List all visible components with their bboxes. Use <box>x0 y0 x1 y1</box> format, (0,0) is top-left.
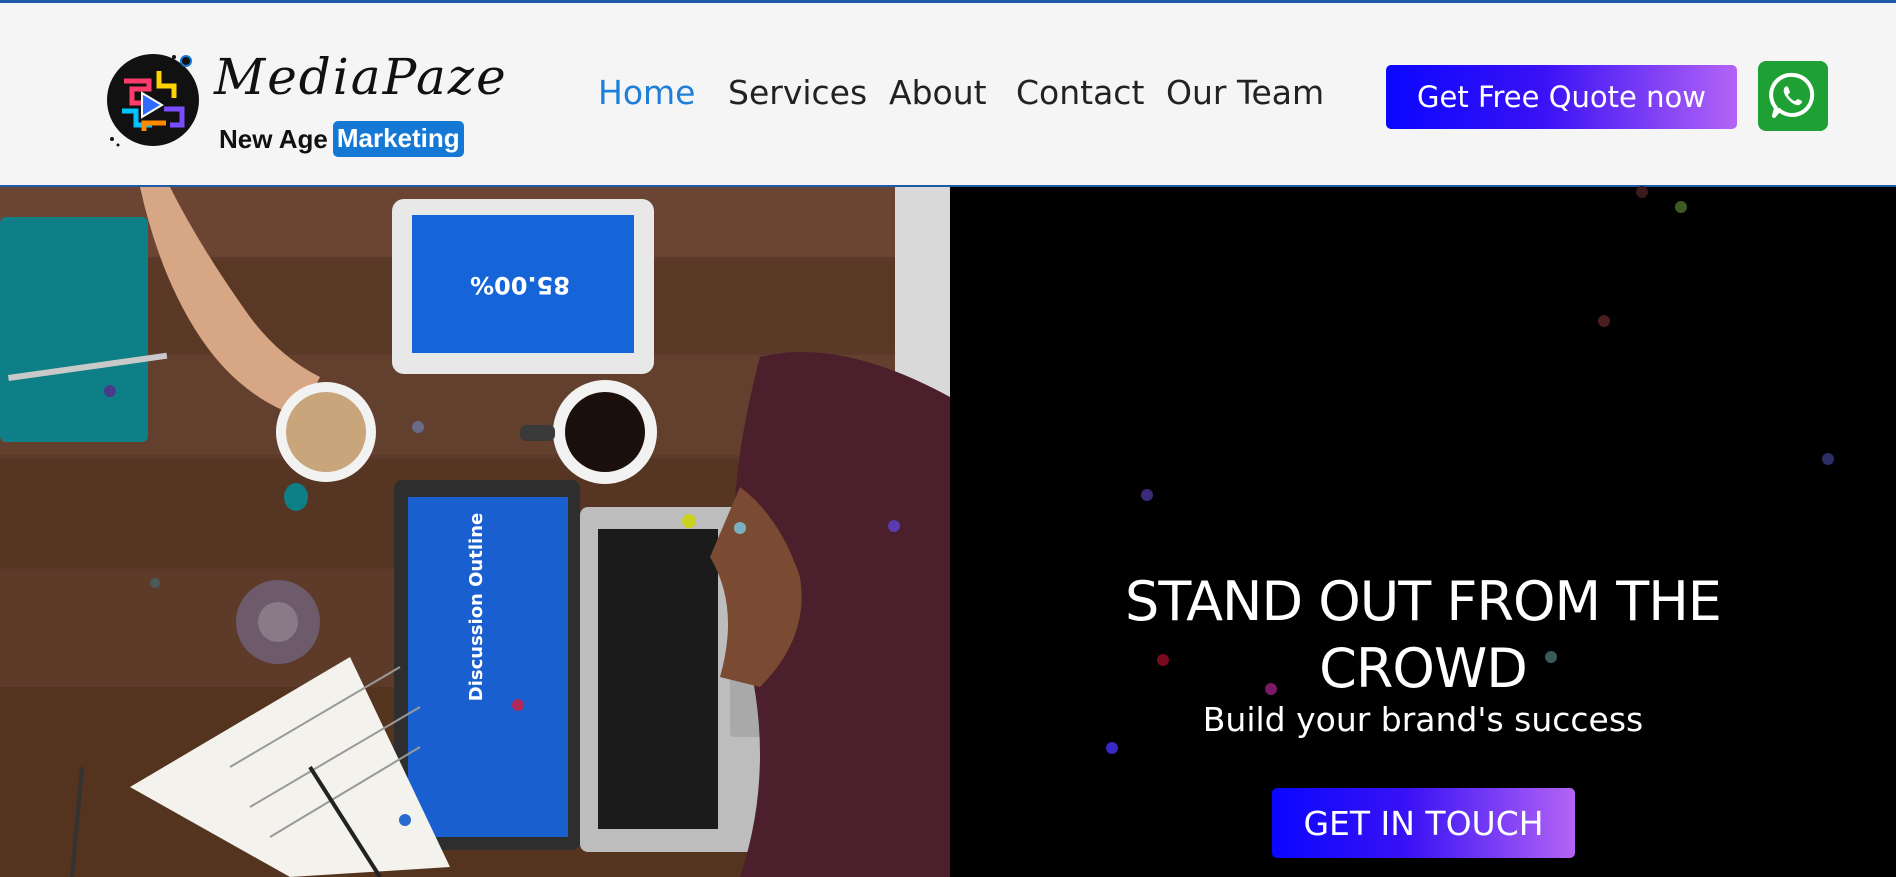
whatsapp-button[interactable] <box>1758 61 1828 131</box>
nav-about[interactable]: About <box>889 73 987 112</box>
brand-name: MediaPaze <box>214 48 508 106</box>
tagline-prefix: New Age <box>219 123 328 154</box>
hero-subtitle: Build your brand's success <box>1202 700 1644 739</box>
nav-services[interactable]: Services <box>728 73 867 112</box>
laptop-title: Discussion Outline <box>466 513 487 701</box>
brand-logo[interactable]: MediaPaze New Age Marketing <box>104 48 506 160</box>
nav-contact[interactable]: Contact <box>1016 73 1144 112</box>
nav-our-team[interactable]: Our Team <box>1166 73 1324 112</box>
get-in-touch-button[interactable]: GET IN TOUCH <box>1272 788 1575 858</box>
logo-mark-icon <box>107 54 199 147</box>
tagline-highlight: Marketing <box>332 121 464 157</box>
site-header: MediaPaze New Age Marketing Home Service… <box>0 0 1896 187</box>
get-free-quote-button[interactable]: Get Free Quote now <box>1386 65 1737 129</box>
desk-scene-illustration: 85.00% Discussion Outline <box>0 187 950 877</box>
tablet-value: 85.00% <box>470 271 570 299</box>
brand-tagline: New Age Marketing <box>219 121 464 157</box>
hero-dark-panel <box>950 187 1896 877</box>
hero-title: STAND OUT FROM THE CROWD <box>1125 570 1722 700</box>
nav-home[interactable]: Home <box>598 73 695 112</box>
whatsapp-icon <box>1769 72 1815 118</box>
hero-image: 85.00% Discussion Outline <box>0 187 950 877</box>
